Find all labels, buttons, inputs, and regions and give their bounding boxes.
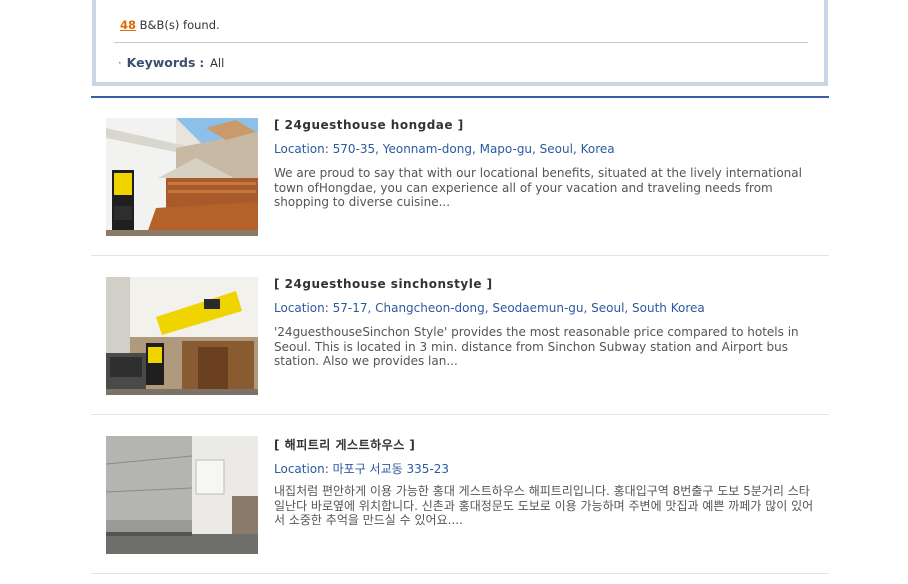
listing-photo[interactable] [106,436,258,554]
listing-item[interactable]: [ 24guesthouse sinchonstyle ] Location: … [91,257,829,415]
listing-description: We are proud to say that with our locati… [274,166,802,209]
keywords-colon: : [199,56,205,70]
listing-location: Location: 57-17, Changcheon-dong, Seodae… [274,301,705,315]
listing-title[interactable]: [ 24guesthouse hongdae ] [274,118,464,132]
listing-description: '24guesthouseSinchon Style' provides the… [274,325,799,368]
result-found-text: B&B(s) found. [139,18,220,32]
listing-location: Location: 마포구 서교동 335-23 [274,462,449,476]
listing-photo[interactable] [106,118,258,236]
keywords-value: All [210,56,225,70]
bullet-icon: · [118,56,122,70]
search-summary-box: 48 B&B(s) found. · Keywords: All [92,0,828,86]
listing-photo[interactable] [106,277,258,395]
result-count-line: 48 B&B(s) found. [120,18,220,32]
listing-title[interactable]: [ 해피트리 게스트하우스 ] [274,436,415,453]
summary-divider [114,42,808,43]
listing-location: Location: 570-35, Yeonnam-dong, Mapo-gu,… [274,142,615,156]
listing-title[interactable]: [ 24guesthouse sinchonstyle ] [274,277,493,291]
listing-description: 내집처럼 편안하게 이용 가능한 홍대 게스트하우스 해피트리입니다. 홍대입구… [274,484,814,527]
listing-item[interactable]: [ 24guesthouse hongdae ] Location: 570-3… [91,98,829,256]
result-count[interactable]: 48 [120,18,136,32]
keywords-line: · Keywords: All [118,55,224,70]
keywords-label: Keywords [126,55,196,70]
listing-item[interactable]: [ 해피트리 게스트하우스 ] Location: 마포구 서교동 335-23… [91,416,829,574]
